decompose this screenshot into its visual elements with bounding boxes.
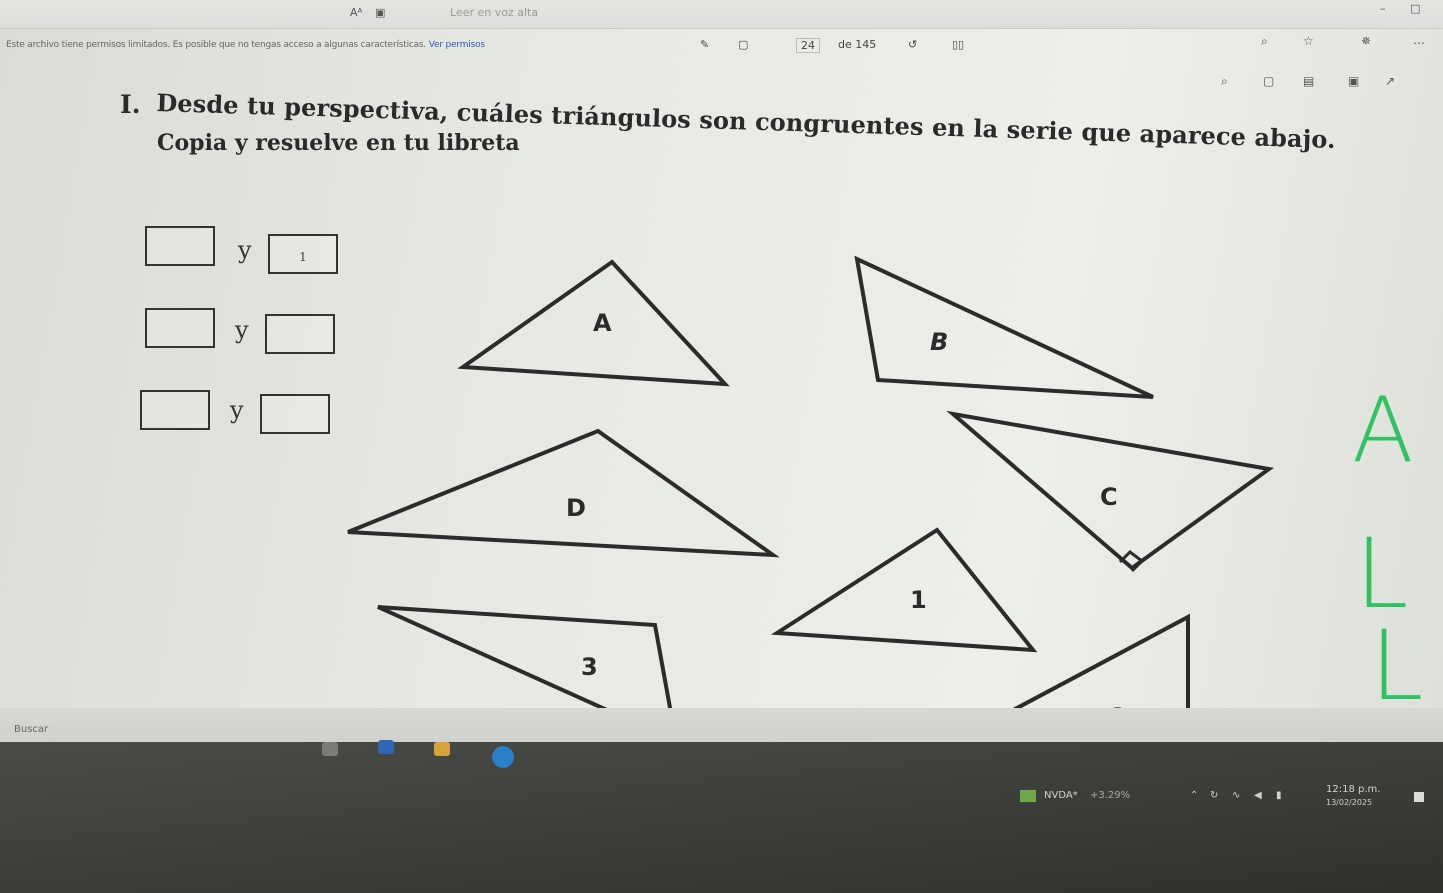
triangle-b: [854, 255, 1154, 399]
clock-time[interactable]: 12:18 p.m.: [1326, 784, 1380, 795]
wifi-icon[interactable]: ∿: [1232, 790, 1240, 801]
handwritten-mark-l-2: L: [1370, 610, 1424, 722]
triangle-1: [770, 527, 1038, 653]
triangle-label-a: A: [593, 309, 612, 337]
triangle-label-d: D: [566, 494, 586, 522]
explorer-app-icon[interactable]: [434, 742, 450, 756]
triangle-d: [347, 428, 780, 558]
network-icon[interactable]: ↻: [1210, 790, 1218, 801]
triangle-label-c: C: [1100, 483, 1118, 511]
notifications-icon[interactable]: [1414, 792, 1424, 802]
edge-browser-icon[interactable]: [492, 746, 514, 768]
handwritten-mark-a: A: [1352, 378, 1414, 483]
volume-icon[interactable]: ◀: [1254, 790, 1262, 801]
system-tray: NVDA* +3.29% ⌃ ↻ ∿ ◀ ▮ 12:18 p.m. 13/02/…: [1020, 784, 1440, 816]
stock-ticker: NVDA*: [1044, 790, 1078, 801]
task-view-icon[interactable]: [322, 742, 338, 756]
triangle-label-3: 3: [581, 653, 598, 681]
stock-widget-icon[interactable]: [1020, 790, 1036, 802]
triangle-label-b: B: [930, 328, 948, 356]
stock-change: +3.29%: [1090, 790, 1131, 801]
windows-taskbar: [0, 740, 1443, 893]
tray-chevron-icon[interactable]: ⌃: [1190, 790, 1198, 801]
battery-icon[interactable]: ▮: [1276, 790, 1282, 801]
clock-date[interactable]: 13/02/2025: [1326, 798, 1372, 807]
taskbar-search-input[interactable]: Buscar: [14, 724, 48, 735]
triangle-label-1: 1: [910, 586, 927, 614]
screenshot: Aᴬ ▣ Leer en voz alta – □ ✎ ▢ 24 de 145 …: [0, 0, 1443, 893]
folder-app-icon[interactable]: [378, 740, 394, 754]
